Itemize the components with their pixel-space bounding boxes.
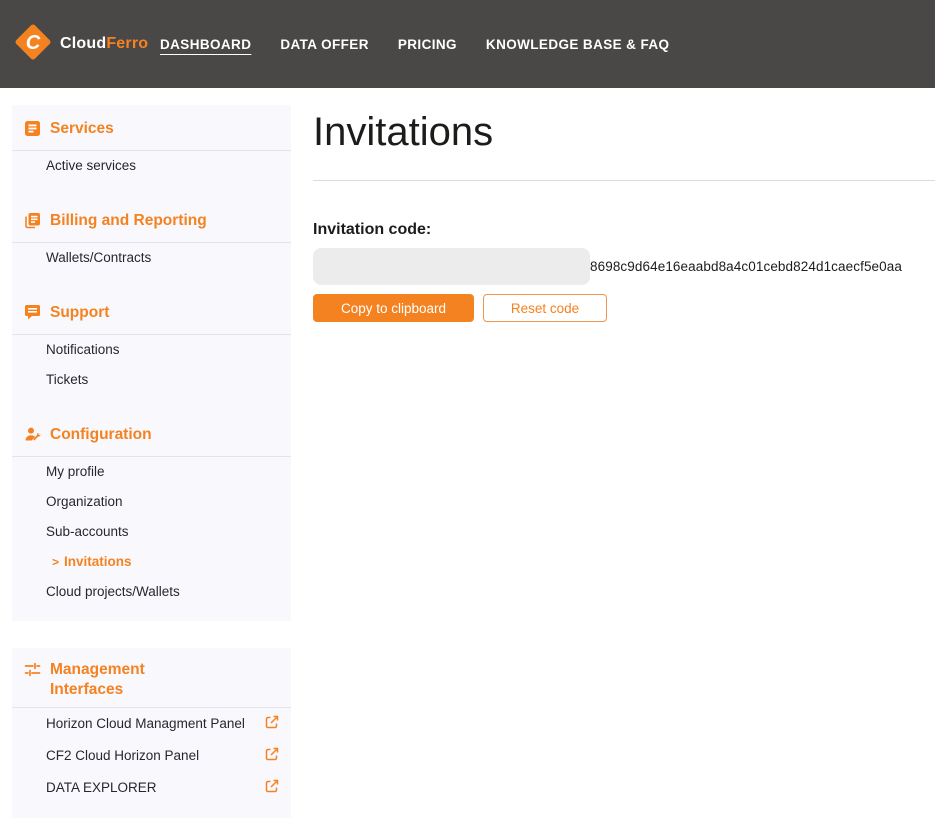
divider [313, 180, 935, 181]
sidebar-item-notifications[interactable]: Notifications [12, 335, 291, 365]
mgmt-item-label: CF2 Cloud Horizon Panel [46, 748, 199, 763]
sidebar-item-tickets[interactable]: Tickets [12, 365, 291, 395]
section-title: Billing and Reporting [50, 211, 207, 231]
sidebar-item-invitations[interactable]: > Invitations [12, 547, 291, 577]
cloudferro-wordmark: CloudFerro [60, 35, 148, 53]
sidebar-section-services[interactable]: Services [12, 113, 291, 150]
section-title: Management Interfaces [50, 660, 217, 700]
sidebar-section-support[interactable]: Support [12, 297, 291, 334]
main-content: Invitations Invitation code: 8698c9d64e1… [313, 110, 935, 322]
invitation-code-row: 8698c9d64e16eaabd8a4c01cebd824d1caecf5e0… [313, 248, 935, 285]
section-title: Support [50, 303, 109, 323]
section-title: Configuration [50, 425, 152, 445]
copy-to-clipboard-button[interactable]: Copy to clipboard [313, 294, 474, 322]
mgmt-item-label: Horizon Cloud Managment Panel [46, 716, 245, 731]
chevron-right-icon: > [52, 555, 59, 569]
external-link-icon [265, 779, 279, 796]
sidebar-item-wallets-contracts[interactable]: Wallets/Contracts [12, 243, 291, 273]
sliders-icon [24, 661, 41, 684]
user-wrench-icon [24, 426, 41, 449]
sidebar-section-management-interfaces[interactable]: Management Interfaces [12, 654, 227, 707]
stacked-documents-icon [24, 212, 41, 235]
nav-knowledge-base[interactable]: KNOWLEDGE BASE & FAQ [486, 37, 670, 52]
nav-pricing[interactable]: PRICING [398, 37, 457, 52]
sidebar: Services Active services Billing and Rep… [12, 105, 291, 621]
document-lines-icon [24, 120, 41, 143]
sidebar-item-horizon-cloud-management-panel[interactable]: Horizon Cloud Managment Panel [12, 708, 291, 740]
sidebar-item-sub-accounts[interactable]: Sub-accounts [12, 517, 291, 547]
svg-text:C: C [26, 32, 41, 54]
sidebar-item-data-explorer[interactable]: DATA EXPLORER [12, 772, 291, 804]
sidebar-item-cloud-projects-wallets[interactable]: Cloud projects/Wallets [12, 577, 291, 607]
top-menu: DASHBOARD DATA OFFER PRICING KNOWLEDGE B… [160, 37, 669, 52]
top-navigation-bar: C CloudFerro DASHBOARD DATA OFFER PRICIN… [0, 0, 935, 88]
management-interfaces-panel: Management Interfaces Horizon Cloud Mana… [12, 648, 291, 818]
mgmt-item-label: DATA EXPLORER [46, 780, 157, 795]
external-link-icon [265, 747, 279, 764]
invitation-code-input[interactable] [313, 248, 590, 285]
sidebar-item-my-profile[interactable]: My profile [12, 457, 291, 487]
sidebar-item-organization[interactable]: Organization [12, 487, 291, 517]
sidebar-item-label: Invitations [64, 554, 132, 569]
cloudferro-diamond-icon: C [12, 21, 54, 68]
cloudferro-logo[interactable]: C CloudFerro [12, 21, 138, 68]
sidebar-section-configuration[interactable]: Configuration [12, 419, 291, 456]
chat-bubble-icon [24, 304, 41, 327]
external-link-icon [265, 715, 279, 732]
sidebar-section-billing[interactable]: Billing and Reporting [12, 205, 291, 242]
button-row: Copy to clipboard Reset code [313, 294, 935, 322]
section-title: Services [50, 119, 114, 139]
sidebar-item-active-services[interactable]: Active services [12, 151, 291, 181]
page-title: Invitations [313, 110, 935, 154]
nav-data-offer[interactable]: DATA OFFER [280, 37, 369, 52]
invitation-code-label: Invitation code: [313, 221, 935, 239]
sidebar-item-cf2-cloud-horizon-panel[interactable]: CF2 Cloud Horizon Panel [12, 740, 291, 772]
invitation-code-value: 8698c9d64e16eaabd8a4c01cebd824d1caecf5e0… [590, 259, 902, 274]
reset-code-button[interactable]: Reset code [483, 294, 607, 322]
nav-dashboard[interactable]: DASHBOARD [160, 37, 251, 52]
